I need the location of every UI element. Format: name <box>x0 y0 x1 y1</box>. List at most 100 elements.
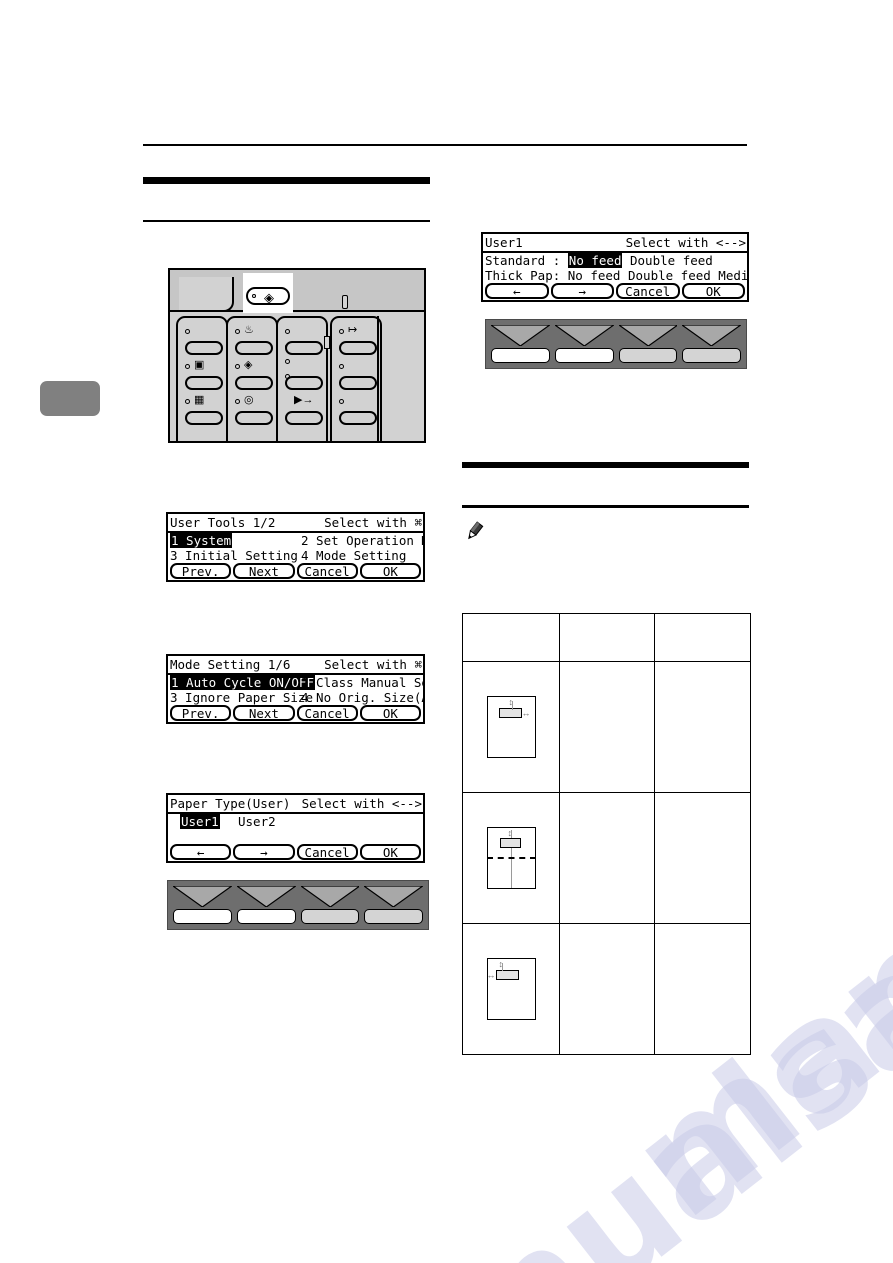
softkey-cap[interactable] <box>300 909 360 924</box>
panel-button[interactable] <box>285 411 323 425</box>
softkey-cap[interactable] <box>364 909 423 924</box>
softkey[interactable] <box>364 886 423 924</box>
user-tools-key[interactable]: ◈ <box>246 287 290 305</box>
lcd-row-text: Standard : No feed Double feed <box>485 253 713 268</box>
softkey-wedge-icon <box>491 325 550 346</box>
softkey-cap[interactable] <box>554 348 614 363</box>
softkey[interactable] <box>682 325 741 363</box>
table-cell-diagram: ↕ <box>462 792 560 924</box>
lcd-screen-user-tools: User Tools 1/2 Select with ⌘ 1 System 2 … <box>166 512 425 582</box>
lcd-button-cancel[interactable]: Cancel <box>296 844 358 860</box>
softkey-cap[interactable] <box>491 348 550 363</box>
lcd-button-prev-left[interactable]: ← <box>485 283 549 299</box>
lcd-button-next[interactable]: Next <box>233 563 295 579</box>
panel-nub <box>342 295 348 309</box>
lcd-row <box>168 829 423 844</box>
panel-button[interactable] <box>235 411 273 425</box>
section-underline-left <box>143 220 430 222</box>
lcd-button-cancel[interactable]: Cancel <box>296 705 358 721</box>
led-indicator <box>235 329 240 334</box>
softkey-strip-under-user1-screen <box>485 319 747 369</box>
document-page: manualsarchive.com manualsarchive.com ◈ … <box>0 0 893 1263</box>
panel-button[interactable] <box>285 341 323 355</box>
led-indicator <box>339 399 344 404</box>
page-top-rule <box>143 144 747 146</box>
softkey[interactable] <box>618 325 678 363</box>
panel-seam <box>377 316 379 441</box>
lcd-selected-value[interactable]: No feed <box>567 253 623 268</box>
lcd-button-row: Prev. Next Cancel OK <box>168 563 423 580</box>
lcd-title-bar: User Tools 1/2 Select with ⌘ <box>168 514 423 533</box>
panel-button[interactable] <box>185 341 223 355</box>
panel-button[interactable] <box>235 341 273 355</box>
lcd-button-ok[interactable]: OK <box>359 705 421 721</box>
panel-button[interactable] <box>185 376 223 390</box>
panel-button[interactable] <box>285 376 323 390</box>
table-cell-diagram: ↕ ↔ <box>462 923 560 1055</box>
lcd-button-prev-left[interactable]: ← <box>170 844 232 860</box>
panel-button[interactable] <box>339 411 377 425</box>
id-card-icon: ▣ <box>194 359 205 371</box>
lcd-row: User1 User2 <box>168 814 423 829</box>
softkey[interactable] <box>491 325 550 363</box>
lcd-body: User1 User2 <box>168 814 423 844</box>
softkey[interactable] <box>173 886 232 924</box>
softkey-wedge-icon <box>364 886 423 907</box>
lcd-screen-paper-type-user: Paper Type(User) Select with <--> User1 … <box>166 793 425 863</box>
softkey[interactable] <box>236 886 296 924</box>
lcd-button-prev[interactable]: Prev. <box>170 563 232 579</box>
lcd-row: 1 System 2 Set Operation Mode <box>168 533 423 548</box>
lcd-menu-item-no-orig-size-adf[interactable]: 4 No Orig. Size(ADF) <box>301 690 423 705</box>
softkey[interactable] <box>554 325 614 363</box>
softkey-cap[interactable] <box>618 348 678 363</box>
lcd-button-row: ← → Cancel OK <box>483 283 747 300</box>
lcd-button-ok[interactable]: OK <box>681 283 745 299</box>
lcd-menu-item-set-operation-mode[interactable]: 2 Set Operation Mode <box>301 533 423 548</box>
lcd-button-prev[interactable]: Prev. <box>170 705 232 721</box>
led-indicator <box>339 364 344 369</box>
lcd-button-next[interactable]: Next <box>233 705 295 721</box>
softkey-wedge-icon <box>300 886 360 907</box>
lcd-menu-item-ignore-paper-size[interactable]: 3 Ignore Paper Size <box>170 690 313 705</box>
lcd-menu-item-system[interactable]: 1 System <box>170 533 233 548</box>
lcd-menu-item-class-manual-set[interactable]: 2 Class Manual Set <box>301 675 423 690</box>
left-arrow-icon: ↔ <box>486 970 496 980</box>
paper-feed-specification-table: ↕ ↔ ↕ ↕ ↔ <box>462 613 751 1055</box>
lcd-menu-item-mode-setting[interactable]: 4 Mode Setting <box>301 548 406 563</box>
section-underline-right <box>462 505 749 508</box>
table-cell <box>559 792 655 924</box>
softkey-cap[interactable] <box>236 909 296 924</box>
table-cell-diagram: ↕ ↔ <box>462 661 560 793</box>
lcd-button-ok[interactable]: OK <box>359 844 421 860</box>
lcd-title-text: User1 <box>485 235 523 250</box>
lcd-option-user1[interactable]: User1 <box>180 814 220 829</box>
table-header-cell <box>654 613 751 662</box>
lcd-button-next-right[interactable]: → <box>550 283 614 299</box>
table-header-cell <box>559 613 655 662</box>
feed-direction-icon: ▶→ <box>294 394 314 406</box>
lcd-menu-item-initial-setting[interactable]: 3 Initial Setting <box>170 548 298 563</box>
panel-button[interactable] <box>185 411 223 425</box>
image-area-block <box>499 838 521 848</box>
lcd-option-user2[interactable]: User2 <box>238 814 276 829</box>
lcd-button-cancel[interactable]: Cancel <box>616 283 680 299</box>
softkey-cap[interactable] <box>682 348 741 363</box>
lcd-button-ok[interactable]: OK <box>359 563 421 579</box>
panel-button[interactable] <box>339 341 377 355</box>
lcd-row-text[interactable]: Thick Pap: No feed Double feed Medium <box>485 268 747 283</box>
panel-button[interactable] <box>235 376 273 390</box>
lcd-button-next-right[interactable]: → <box>233 844 295 860</box>
lcd-menu-item-auto-cycle[interactable]: 1 Auto Cycle ON/OFF <box>170 675 315 690</box>
softkey-wedge-icon <box>236 886 296 907</box>
right-arrow-icon: ↔ <box>521 708 531 718</box>
led-indicator <box>185 364 190 369</box>
softkey-cap[interactable] <box>173 909 232 924</box>
panel-button[interactable] <box>339 376 377 390</box>
lcd-button-cancel[interactable]: Cancel <box>296 563 358 579</box>
softkey[interactable] <box>300 886 360 924</box>
lcd-title-text: Mode Setting 1/6 <box>170 657 291 672</box>
image-area-block <box>498 708 522 718</box>
lcd-title-bar: User1 Select with <--> <box>483 234 747 253</box>
original-top-edge-lead-diagram: ↕ ↔ <box>486 696 536 758</box>
document-icon: ▦ <box>194 394 205 406</box>
